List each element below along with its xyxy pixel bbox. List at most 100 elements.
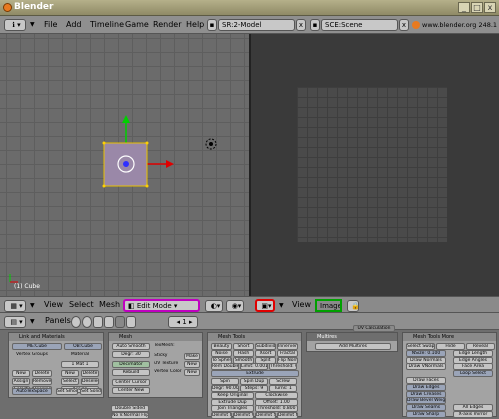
degr-field[interactable]: Degr: 30 <box>112 351 150 358</box>
close-icon[interactable]: x <box>484 2 496 13</box>
menu-game[interactable]: Game <box>125 20 149 29</box>
mesh-tool-button[interactable]: Subdivide <box>255 343 276 350</box>
uv-new-button[interactable]: New <box>184 361 200 368</box>
object-name-field[interactable]: OB:Cube <box>64 343 102 350</box>
mesh-tool-button[interactable]: Hash <box>233 349 254 357</box>
decimator-field[interactable]: Decimator <box>112 361 150 368</box>
mesh-tool-more-button[interactable]: X-axis mirror <box>453 411 493 418</box>
draw-type-icon[interactable]: ◐▾ <box>205 300 223 312</box>
mesh-tool-more-button[interactable]: Edge Length <box>453 349 493 357</box>
mesh-tool-button[interactable]: Short <box>233 343 254 350</box>
mesh-tool-more-button[interactable]: NSize: 0.100 <box>406 349 446 357</box>
vgroup-delete-button[interactable]: Delete <box>32 370 52 377</box>
material-index-field[interactable]: 1 Mat 1 <box>61 361 99 368</box>
mesh-tool-more-button[interactable]: Draw Edges <box>406 383 446 391</box>
mesh-tool-button[interactable]: Extrude <box>211 370 299 378</box>
mesh-tool-button[interactable]: Delimit Mat <box>277 412 298 419</box>
screen-delete-icon[interactable]: x <box>296 19 306 31</box>
vgroup-remove-button[interactable]: Remove <box>32 378 52 385</box>
mesh-tool-button[interactable]: Clockwise <box>255 391 298 399</box>
mode-selector[interactable]: ◧ Edit Mode ▾ <box>123 299 200 312</box>
3d-window-type-icon[interactable]: ▦ ▾ <box>4 300 26 312</box>
menu-image[interactable]: Image <box>315 299 342 312</box>
info-window-type-icon[interactable]: ℹ ▾ <box>4 19 26 31</box>
object-context-icon[interactable] <box>104 316 114 328</box>
mesh-tool-button[interactable]: Keep Original <box>211 391 254 399</box>
image-editor-viewport[interactable] <box>251 34 499 296</box>
mesh-tool-button[interactable]: Xsort <box>255 349 276 357</box>
pivot-icon[interactable]: ◉▾ <box>226 300 244 312</box>
frame-counter[interactable]: ◂ 1 ▸ <box>168 316 198 328</box>
menu-view[interactable]: View <box>44 300 63 309</box>
rebuild-button[interactable]: Rebuild <box>112 369 150 376</box>
mesh-tool-more-button[interactable]: Draw Faces <box>406 377 446 384</box>
mesh-tool-button[interactable]: Degr: 90.00 <box>211 385 239 392</box>
vgroup-assign-button[interactable]: Assign <box>12 378 30 385</box>
mesh-tool-more-button[interactable]: Select Swap <box>406 343 435 350</box>
mesh-tool-more-button[interactable]: Draw VNormals <box>406 363 446 371</box>
menu-view[interactable]: View <box>292 300 311 309</box>
menu-add[interactable]: Add <box>66 20 82 29</box>
collapse-icon[interactable]: ▼ <box>30 21 35 28</box>
mesh-tool-button[interactable]: Delimit Vcol <box>233 412 254 419</box>
mesh-tool-more-button[interactable]: Loop Select <box>453 370 493 378</box>
autotexspace-button[interactable]: AutoTexSpace <box>12 388 52 395</box>
collapse-icon[interactable]: ▼ <box>30 318 35 325</box>
scene-selector[interactable]: SCE:Scene <box>321 19 398 31</box>
no-vnormal-flip-toggle[interactable]: No V.Normal Flip <box>111 412 149 419</box>
auto-smooth-toggle[interactable]: Auto Smooth <box>112 343 150 350</box>
blender-url[interactable]: www.blender.org 248.1 <box>422 21 497 29</box>
image-window-type-icon[interactable]: ▣▾ <box>255 299 275 312</box>
material-delete-button[interactable]: Delete <box>81 370 99 377</box>
menu-render[interactable]: Render <box>153 20 181 29</box>
mesh-tool-more-button[interactable]: Reveal <box>466 343 495 350</box>
minimize-icon[interactable]: _ <box>458 2 470 13</box>
menu-mesh[interactable]: Mesh <box>99 300 120 309</box>
mesh-tool-more-button[interactable]: Hide <box>436 343 465 350</box>
menu-select[interactable]: Select <box>69 300 94 309</box>
collapse-icon[interactable]: ▼ <box>279 302 284 309</box>
mesh-tool-button[interactable]: Steps: 9 <box>240 385 268 392</box>
double-sided-toggle[interactable]: Double Sided <box>111 405 149 412</box>
center-new-button[interactable]: Center New <box>112 387 150 394</box>
lock-icon[interactable]: 🔒 <box>347 300 359 312</box>
menu-timeline[interactable]: Timeline <box>90 20 124 29</box>
mesh-tool-more-button[interactable]: Draw Sharp <box>406 411 446 418</box>
mesh-tool-button[interactable]: Delimit Sharp <box>255 412 276 419</box>
sticky-make-button[interactable]: Make <box>184 353 200 360</box>
screen-browse-icon[interactable]: ▪ <box>207 19 217 31</box>
material-new-button[interactable]: New <box>61 370 79 377</box>
sticky-label: Sticky <box>154 353 168 358</box>
vcol-new-button[interactable]: New <box>184 369 200 376</box>
mesh-tool-button[interactable]: Beauty <box>211 343 232 350</box>
mesh-tool-button[interactable]: Turns: 1 <box>269 385 297 392</box>
mesh-tool-button[interactable]: Innervert <box>277 343 298 350</box>
add-multires-button[interactable]: Add Multires <box>315 343 391 350</box>
shading-context-icon[interactable] <box>93 316 103 328</box>
logic-context-icon[interactable] <box>71 316 81 328</box>
vgroup-new-button[interactable]: New <box>12 370 30 377</box>
mesh-name-field[interactable]: ME:Cube <box>12 343 62 350</box>
material-deselect-button[interactable]: Deselect <box>81 378 99 385</box>
maximize-icon[interactable]: □ <box>471 2 483 13</box>
mesh-tool-button[interactable]: Noise <box>211 349 232 357</box>
mesh-tool-button[interactable]: Delimit UV <box>211 412 232 419</box>
menu-file[interactable]: File <box>44 20 57 29</box>
material-select-button[interactable]: Select <box>61 378 79 385</box>
collapse-icon[interactable]: ▼ <box>30 302 35 309</box>
scene-browse-icon[interactable]: ▪ <box>310 19 320 31</box>
mesh-tool-button[interactable]: Fractal <box>277 349 298 357</box>
menu-help[interactable]: Help <box>186 20 204 29</box>
scene-context-icon[interactable] <box>126 316 136 328</box>
scene-delete-icon[interactable]: x <box>399 19 409 31</box>
buttons-window-type-icon[interactable]: ▤ ▾ <box>4 316 26 328</box>
3d-viewport[interactable]: (1) Cube <box>0 34 249 296</box>
panels-menu[interactable]: Panels <box>45 316 71 325</box>
set-smooth-button[interactable]: Set Smooth <box>56 388 78 395</box>
set-solid-button[interactable]: Set Solid <box>80 388 102 395</box>
uv-calc-tab[interactable]: UV Calculation <box>353 325 395 332</box>
screen-selector[interactable]: SR:2-Model <box>218 19 295 31</box>
script-context-icon[interactable] <box>82 316 92 328</box>
editing-context-icon[interactable] <box>115 316 125 328</box>
center-cursor-button[interactable]: Center Cursor <box>112 379 150 386</box>
